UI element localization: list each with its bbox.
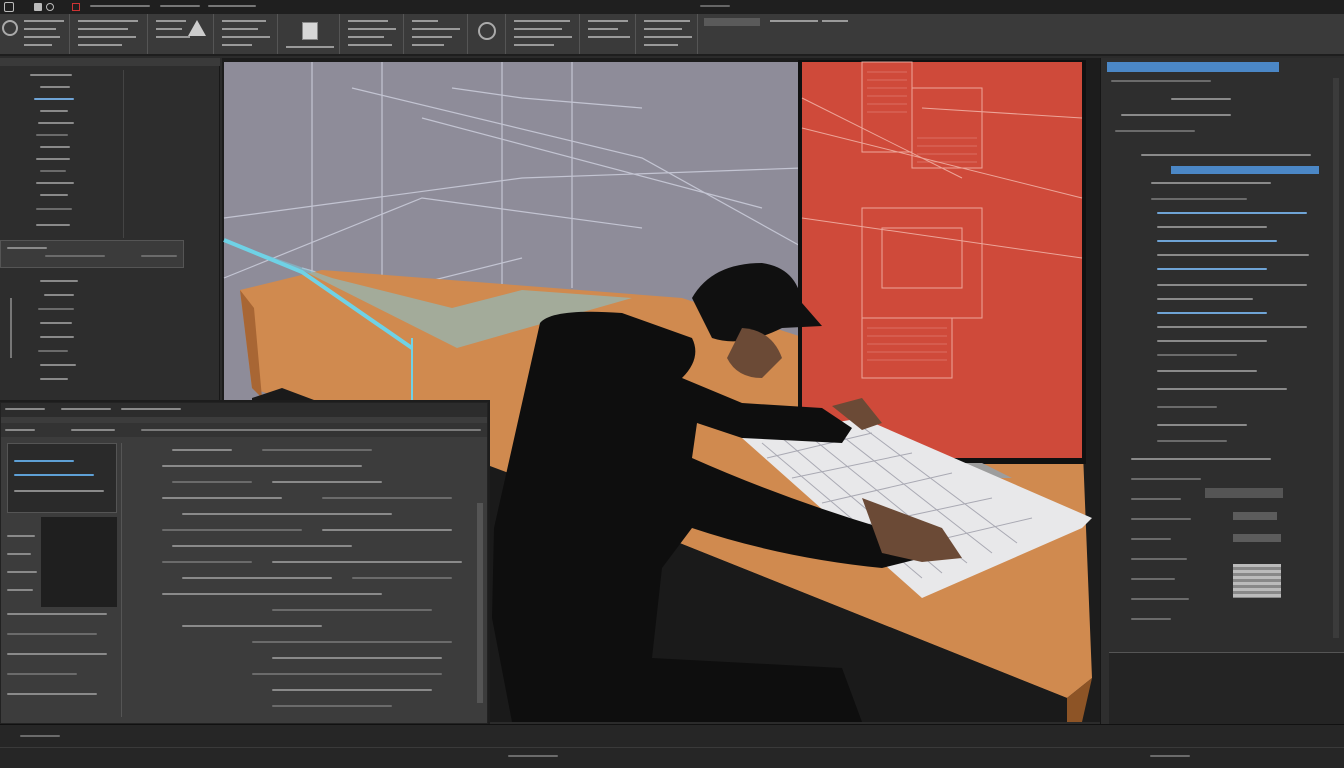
- ribbon-group-view[interactable]: [582, 14, 636, 54]
- save-icon[interactable]: [34, 3, 42, 11]
- ribbon-group-search[interactable]: [700, 14, 1344, 54]
- ribbon-group-annotate[interactable]: [150, 14, 214, 54]
- ribbon-group-utilities[interactable]: [470, 14, 506, 54]
- command-scrollbar[interactable]: [477, 503, 483, 703]
- ribbon-group-layers[interactable]: [216, 14, 278, 54]
- preview-dark-box: [41, 517, 117, 607]
- value-field-2[interactable]: [1233, 512, 1277, 520]
- value-field-1[interactable]: [1205, 488, 1283, 498]
- preview-swatch[interactable]: [1233, 564, 1281, 598]
- selected-property-row[interactable]: [1171, 166, 1319, 174]
- command-window-header[interactable]: [1, 403, 487, 417]
- home-icon[interactable]: [2, 20, 18, 36]
- ribbon-group-block[interactable]: [280, 14, 340, 54]
- palette-scrollbar[interactable]: [1333, 78, 1339, 638]
- undo-icon[interactable]: [46, 3, 54, 11]
- preview-thumbnail[interactable]: [7, 443, 117, 513]
- title-bar: [0, 0, 1344, 14]
- app-menu-icon[interactable]: [4, 2, 14, 12]
- layer-dropdown[interactable]: [0, 240, 184, 268]
- monitor-screen: [802, 62, 1082, 458]
- ribbon-group-clipboard[interactable]: [508, 14, 580, 54]
- ribbon-group-properties[interactable]: [342, 14, 404, 54]
- properties-palette: [1100, 58, 1344, 724]
- ribbon-group-touch[interactable]: [638, 14, 698, 54]
- ribbon-toolbar: [0, 0, 1344, 56]
- command-window[interactable]: [0, 402, 488, 724]
- ribbon-group-modify[interactable]: [72, 14, 148, 54]
- status-divider: [0, 747, 1344, 748]
- command-tab-bar[interactable]: [1, 423, 487, 437]
- code-editor-pane[interactable]: [121, 443, 477, 717]
- status-bar: [0, 724, 1344, 768]
- palette-header: [0, 58, 220, 66]
- ribbon-group-groups[interactable]: [406, 14, 468, 54]
- triangle-tool-icon[interactable]: [188, 20, 206, 36]
- palette-footer: [1109, 652, 1344, 724]
- ribbon-group-draw[interactable]: [0, 14, 70, 54]
- value-field-3[interactable]: [1233, 534, 1281, 542]
- search-field[interactable]: [704, 18, 760, 26]
- palette-title-bar[interactable]: [1107, 62, 1279, 72]
- block-icon[interactable]: [302, 22, 318, 40]
- record-icon[interactable]: [72, 3, 80, 11]
- measure-icon[interactable]: [478, 22, 496, 40]
